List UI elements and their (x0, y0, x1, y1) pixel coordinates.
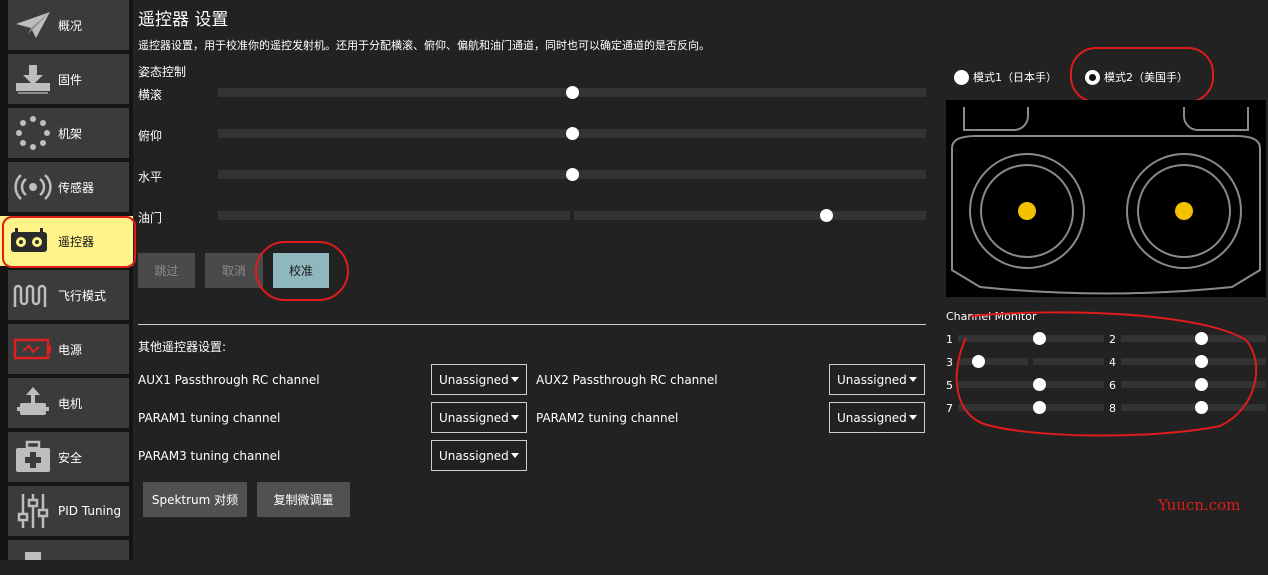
sidebar-item-frame[interactable]: 机架 (8, 108, 129, 158)
sidebar-item-flight-modes[interactable]: 飞行模式 (8, 270, 129, 320)
sidebar-item-label: 安全 (58, 450, 83, 465)
skip-button[interactable]: 跳过 (138, 253, 195, 288)
mode1-radio[interactable]: 模式1（日本手） (954, 69, 1057, 85)
sidebar-item-motors[interactable]: 电机 (8, 378, 129, 428)
motor-icon (8, 378, 58, 428)
page-title: 遥控器 设置 (138, 10, 229, 30)
right-stick-dot (1175, 202, 1193, 220)
mode1-label: 模式1（日本手） (973, 71, 1057, 84)
sensor-waves-icon (8, 162, 58, 212)
roll-label: 横滚 (138, 88, 163, 102)
mode2-radio-dot (1085, 69, 1100, 85)
pitch-label: 俯仰 (138, 129, 163, 143)
other-settings-label: 其他遥控器设置: (138, 340, 227, 354)
battery-icon (8, 324, 58, 374)
remote-controller-icon (0, 216, 58, 266)
aux1-select[interactable]: Unassigned (431, 364, 527, 395)
sidebar-item-firmware[interactable]: 固件 (8, 54, 129, 104)
calibrate-button[interactable]: 校准 (273, 253, 329, 288)
pitch-slider[interactable] (218, 127, 926, 140)
sidebar-item-label: 飞行模式 (58, 288, 107, 303)
yaw-label: 水平 (138, 170, 163, 184)
param1-label: PARAM1 tuning channel (138, 411, 281, 425)
sidebar-item-label: 概况 (58, 18, 83, 33)
caret-down-icon (511, 377, 519, 382)
param2-select-value: Unassigned (837, 410, 907, 425)
param2-select[interactable]: Unassigned (829, 402, 925, 433)
sidebar-item-radio[interactable]: 遥控器 (0, 216, 133, 266)
first-aid-icon (8, 432, 58, 482)
paper-plane-icon (8, 0, 58, 50)
throttle-slider[interactable] (218, 209, 926, 222)
spektrum-bind-button[interactable]: Spektrum 对频 (143, 482, 247, 517)
aux2-select-value: Unassigned (837, 372, 907, 387)
sidebar-item-label: 固件 (58, 72, 83, 87)
mode1-radio-dot (954, 69, 969, 85)
param3-select-value: Unassigned (439, 448, 509, 463)
sidebar-item-label: 机架 (58, 126, 83, 141)
roll-slider[interactable] (218, 86, 926, 99)
transmitter-diagram (946, 100, 1266, 297)
divider (138, 324, 926, 325)
caret-down-icon (511, 453, 519, 458)
waveform-icon (8, 270, 58, 320)
param2-label: PARAM2 tuning channel (536, 411, 679, 425)
aux1-select-value: Unassigned (439, 372, 509, 387)
sidebar: 概况 固件 机架 传感器 遥控器 飞行模式 电源 电机 安全 PID Tunin… (0, 0, 133, 560)
annotation-circle-channel-monitor (955, 311, 1258, 437)
caret-down-icon (511, 415, 519, 420)
mode2-label: 模式2（美国手） (1104, 71, 1188, 84)
frame-dots-icon (8, 108, 58, 158)
pitch-slider-knob[interactable] (565, 127, 579, 140)
caret-down-icon (909, 377, 917, 382)
sidebar-item-sensors[interactable]: 传感器 (8, 162, 129, 212)
param3-label: PARAM3 tuning channel (138, 449, 281, 463)
param1-select[interactable]: Unassigned (431, 402, 527, 433)
yaw-slider-knob[interactable] (565, 168, 579, 181)
sidebar-item-label: 电机 (58, 396, 83, 411)
cancel-button[interactable]: 取消 (205, 253, 263, 288)
sidebar-item-overview[interactable]: 概况 (8, 0, 129, 50)
param3-select[interactable]: Unassigned (431, 440, 527, 471)
sidebar-item-label: 遥控器 (58, 234, 95, 249)
aux1-label: AUX1 Passthrough RC channel (138, 373, 320, 387)
sidebar-item-power[interactable]: 电源 (8, 324, 129, 374)
sidebar-item-label: 传感器 (58, 180, 95, 195)
attitude-section-label: 姿态控制 (138, 65, 187, 79)
download-icon (8, 54, 58, 104)
yaw-slider[interactable] (218, 168, 926, 181)
roll-slider-knob[interactable] (565, 86, 579, 99)
aux2-select[interactable]: Unassigned (829, 364, 925, 395)
copy-trims-button[interactable]: 复制微调量 (257, 482, 350, 517)
left-stick-dot (1018, 202, 1036, 220)
sidebar-item-more[interactable] (8, 540, 129, 560)
page-description: 遥控器设置，用于校准你的遥控发射机。还用于分配横滚、俯仰、偏航和油门通道，同时也… (138, 39, 710, 52)
camera-icon (8, 525, 58, 575)
caret-down-icon (909, 415, 917, 420)
sidebar-item-safety[interactable]: 安全 (8, 432, 129, 482)
sidebar-item-label: 电源 (58, 342, 83, 357)
throttle-label: 油门 (138, 211, 163, 225)
param1-select-value: Unassigned (439, 410, 509, 425)
aux2-label: AUX2 Passthrough RC channel (536, 373, 718, 387)
mode2-radio[interactable]: 模式2（美国手） (1085, 69, 1188, 85)
throttle-slider-knob[interactable] (820, 209, 834, 222)
sidebar-item-label: PID Tuning (58, 504, 122, 518)
watermark: Yuucn.com (1158, 496, 1241, 514)
